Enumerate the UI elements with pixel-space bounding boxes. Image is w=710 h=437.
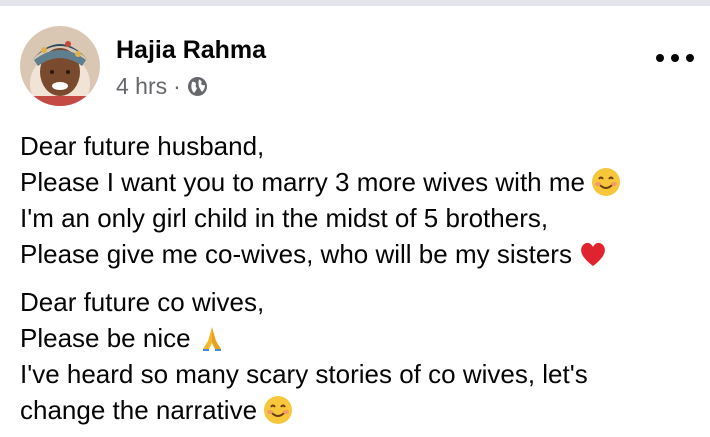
globe-icon[interactable] [187,76,208,97]
text-line: Please I want you to marry 3 more wives … [20,164,700,200]
smiling-face-icon [264,396,293,424]
more-dot [671,54,679,62]
red-heart-icon [581,242,605,266]
top-divider [0,0,710,6]
text-line: Please be nice [20,320,700,356]
meta-separator: · [173,73,181,99]
avatar[interactable] [20,26,100,106]
more-dot [686,54,694,62]
smiling-face-icon [591,168,620,196]
paragraph-co-wives: Dear future co wives, Please be nice I'v… [20,284,700,428]
folded-hands-icon [202,327,221,351]
text-line: I've heard so many scary stories of co w… [20,359,588,389]
more-options-icon[interactable] [656,50,694,66]
post-time[interactable]: 4 hrs [116,73,167,100]
text-line: change the narrative [20,392,700,428]
paragraph-husband: Dear future husband, Please I want you t… [20,128,700,272]
text-line: Dear future husband, [20,131,265,161]
text-line: Dear future co wives, [20,287,265,317]
author-name[interactable]: Hajia Rahma [116,36,266,65]
more-dot [656,54,664,62]
text-line: I'm an only girl child in the midst of 5… [20,203,549,233]
post-body: Dear future husband, Please I want you t… [20,128,700,428]
post-meta: 4 hrs · [116,73,208,100]
text-line: Please give me co-wives, who will be my … [20,236,700,272]
